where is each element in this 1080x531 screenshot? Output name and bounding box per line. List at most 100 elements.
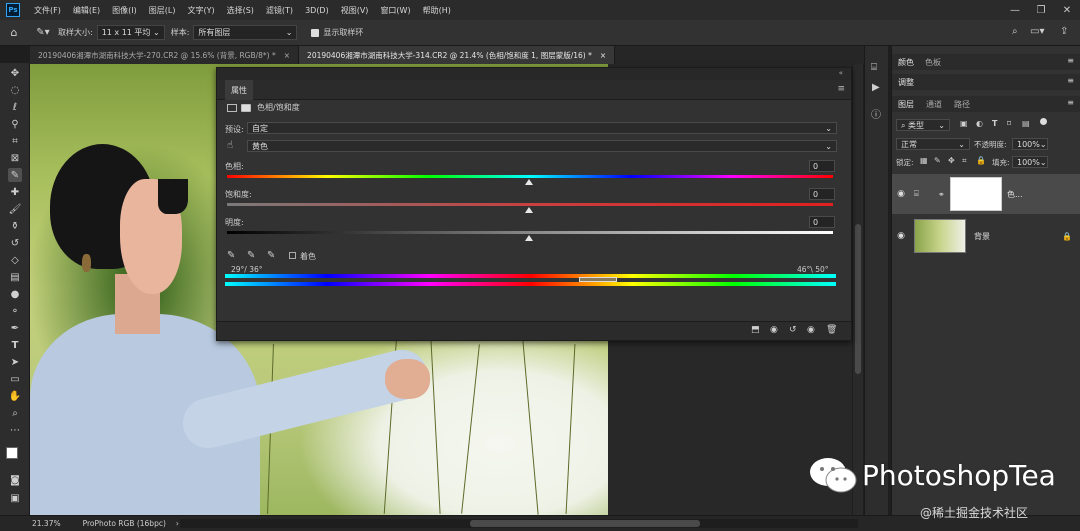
vertical-scrollbar[interactable] [853, 64, 863, 515]
filter-pixel-icon[interactable]: ▣ [960, 119, 968, 128]
history-brush-tool-icon[interactable]: ↺ [8, 236, 22, 250]
close-icon[interactable]: × [600, 51, 606, 60]
menu-layer[interactable]: 图层(L) [143, 5, 182, 16]
lock-position-icon[interactable]: ✥ [948, 156, 955, 165]
delete-icon[interactable]: 🗑 [826, 325, 837, 335]
link-icon[interactable]: ⚭ [938, 190, 946, 199]
menu-select[interactable]: 选择(S) [221, 5, 260, 16]
sample-size-dropdown[interactable]: 11 x 11 平均 ⌄ [96, 25, 165, 40]
menu-file[interactable]: 文件(F) [28, 5, 67, 16]
panel-menu-icon[interactable]: ≡ [837, 84, 845, 94]
layer-row-background[interactable]: ◉ 背景 🔒 [892, 216, 1080, 256]
hand-tool-icon[interactable]: ✋ [8, 389, 22, 403]
visibility-eye-icon[interactable]: ◉ [896, 231, 906, 241]
move-tool-icon[interactable]: ✥ [8, 66, 22, 80]
saturation-input[interactable]: 0 [809, 188, 835, 200]
maximize-icon[interactable]: ❐ [1028, 0, 1054, 20]
eraser-tool-icon[interactable]: ◇ [8, 253, 22, 267]
photoshop-logo-icon[interactable]: Ps [6, 3, 20, 17]
menu-filter[interactable]: 滤镜(T) [260, 5, 299, 16]
visibility-icon[interactable]: ◉ [807, 325, 815, 335]
marquee-tool-icon[interactable]: ◌ [8, 83, 22, 97]
menu-image[interactable]: 图像(I) [106, 5, 143, 16]
zoom-level[interactable]: 21.37% [32, 519, 61, 528]
quick-selection-tool-icon[interactable]: ⚲ [8, 117, 22, 131]
healing-brush-tool-icon[interactable]: ✚ [8, 185, 22, 199]
rectangle-tool-icon[interactable]: ▭ [8, 372, 22, 386]
gradient-tool-icon[interactable]: ▤ [8, 270, 22, 284]
tab-paths[interactable]: 路径 [954, 99, 970, 110]
lightness-slider-thumb[interactable] [525, 235, 533, 241]
eyedropper-tool-icon[interactable]: ✎▾ [28, 27, 58, 38]
targeted-adjustment-hand-icon[interactable]: ☝ [227, 140, 233, 151]
close-icon[interactable]: × [284, 51, 290, 60]
view-previous-state-icon[interactable]: ◉ [770, 325, 778, 335]
eyedropper-plus-icon[interactable]: ✎ [247, 250, 255, 261]
hue-slider-thumb[interactable] [525, 179, 533, 185]
opacity-input[interactable]: 100% ⌄ [1012, 138, 1048, 150]
close-icon[interactable]: ✕ [1054, 0, 1080, 20]
lasso-tool-icon[interactable]: ℓ [8, 100, 22, 114]
pen-tool-icon[interactable]: ✒ [8, 321, 22, 335]
hue-input[interactable]: 0 [809, 160, 835, 172]
lock-all-icon[interactable]: 🔒 [976, 156, 986, 165]
menu-edit[interactable]: 编辑(E) [67, 5, 106, 16]
filter-smart-object-icon[interactable]: ▤ [1022, 119, 1030, 128]
workspace-icon[interactable]: ▭▾ [1030, 26, 1044, 37]
channel-dropdown[interactable]: 黄色 ⌄ [247, 140, 837, 152]
info-icon[interactable]: ⓘ [871, 106, 881, 121]
menu-type[interactable]: 文字(Y) [181, 5, 220, 16]
lock-image-icon[interactable]: ✎ [934, 156, 941, 165]
tab-channels[interactable]: 通道 [926, 99, 942, 110]
tab-swatches[interactable]: 色板 [925, 57, 941, 68]
lightness-input[interactable]: 0 [809, 216, 835, 228]
menu-window[interactable]: 窗口(W) [374, 5, 416, 16]
panel-drag-bar[interactable]: « [217, 68, 851, 80]
blur-tool-icon[interactable]: ● [8, 287, 22, 301]
saturation-slider-thumb[interactable] [525, 207, 533, 213]
layer-mask-icon[interactable] [241, 103, 251, 112]
actions-play-icon[interactable]: ▶ [872, 82, 880, 93]
lock-transparent-icon[interactable]: ▦ [920, 156, 928, 165]
filter-toggle-icon[interactable] [1040, 118, 1047, 125]
clip-to-layer-icon[interactable]: ⬒ [751, 325, 760, 335]
show-ring-checkbox[interactable] [311, 28, 320, 37]
panel-menu-icon[interactable]: ≡ [1067, 56, 1074, 65]
menu-help[interactable]: 帮助(H) [417, 5, 457, 16]
chevron-right-icon[interactable]: › [176, 519, 179, 528]
reset-icon[interactable]: ↺ [789, 325, 797, 335]
tab-layers[interactable]: 图层 [898, 99, 914, 110]
zoom-tool-icon[interactable]: ⌕ [8, 406, 22, 420]
eyedropper-minus-icon[interactable]: ✎ [267, 250, 275, 261]
frame-tool-icon[interactable]: ⊠ [8, 151, 22, 165]
lightness-slider-track[interactable] [227, 231, 833, 234]
eyedropper-icon[interactable]: ✎ [227, 250, 235, 261]
colorize-checkbox[interactable] [289, 252, 296, 259]
tab-adjustments[interactable]: 调整 [898, 77, 914, 88]
dodge-tool-icon[interactable]: ⚬ [8, 304, 22, 318]
visibility-eye-icon[interactable]: ◉ [896, 189, 906, 199]
scrollbar-thumb[interactable] [855, 224, 861, 374]
lock-artboard-icon[interactable]: ⌗ [962, 156, 967, 166]
menu-view[interactable]: 视图(V) [335, 5, 375, 16]
layer-name[interactable]: 背景 [974, 231, 990, 242]
more-tools-icon[interactable]: ⋯ [8, 423, 22, 437]
saturation-slider-track[interactable] [227, 203, 833, 206]
minimize-icon[interactable]: — [1002, 0, 1028, 20]
layer-thumbnail[interactable] [914, 219, 966, 253]
tab-properties[interactable]: 属性 [225, 80, 253, 100]
layer-row-hue-saturation[interactable]: ◉ ⌸ ⚭ 色... [892, 174, 1080, 214]
blend-mode-dropdown[interactable]: 正常 ⌄ [896, 138, 970, 150]
preset-dropdown[interactable]: 自定 ⌄ [247, 122, 837, 134]
layer-mask-thumbnail[interactable] [950, 177, 1002, 211]
color-range-slider[interactable] [579, 277, 617, 282]
menu-3d[interactable]: 3D(D) [299, 6, 335, 15]
filter-kind-dropdown[interactable]: ⌕ 类型 ⌄ [896, 119, 950, 131]
panel-menu-icon[interactable]: ≡ [1067, 98, 1074, 107]
eyedropper-tool-icon[interactable]: ✎ [8, 168, 22, 182]
filter-adjustment-icon[interactable]: ◐ [976, 119, 983, 128]
sample-dropdown[interactable]: 所有图层 ⌄ [193, 25, 298, 40]
clone-stamp-tool-icon[interactable]: ⚱ [8, 219, 22, 233]
filter-shape-icon[interactable]: ⌑ [1007, 119, 1011, 128]
fill-input[interactable]: 100% ⌄ [1012, 156, 1048, 168]
